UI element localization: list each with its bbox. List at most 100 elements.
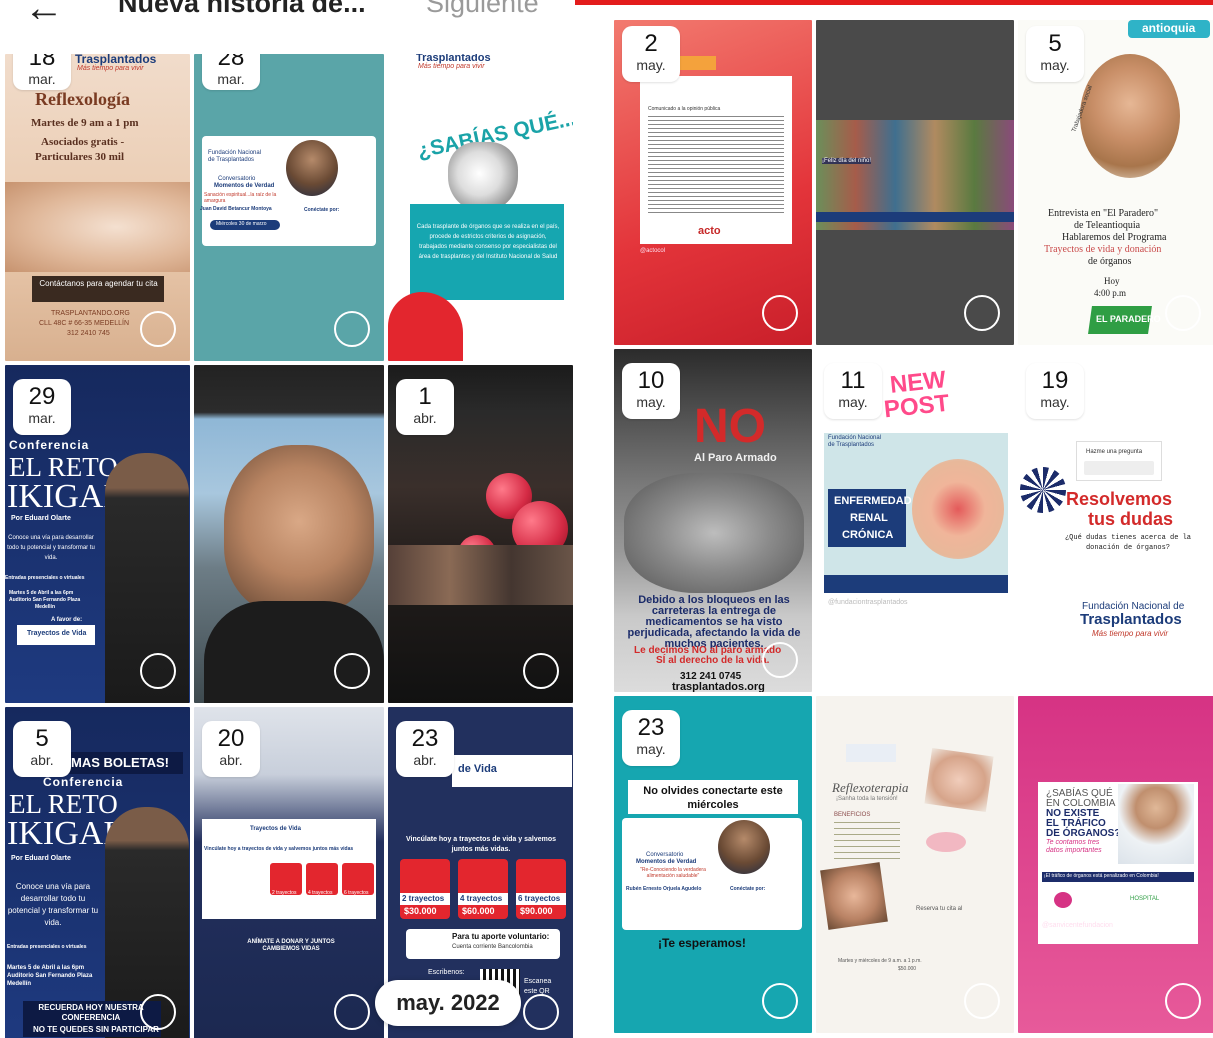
- story-text: ¡El tráfico de órganos está penalizado e…: [1044, 873, 1159, 879]
- top-app-bar: ← Nueva historia de... Siguiente: [0, 0, 575, 54]
- badge-month: may.: [636, 394, 666, 410]
- story-thumb[interactable]: MAS BOLETAS! Conferencia EL RETO IKIGAI …: [5, 707, 190, 1038]
- story-text: Martes y miércoles de 9 a.m. a 1 p.m.: [838, 958, 922, 964]
- story-thumb[interactable]: ¿SABÍAS QUÉ EN COLOMBIA NO EXISTE EL TRÁ…: [1018, 696, 1213, 1033]
- select-circle[interactable]: [762, 983, 798, 1019]
- story-text: 4 trayectos: [460, 894, 503, 903]
- story-text: Por Eduard Olarte: [11, 515, 71, 522]
- badge-day: 19: [1041, 367, 1069, 394]
- story-text: 312 2410 745: [67, 330, 110, 337]
- select-circle[interactable]: [140, 311, 176, 347]
- story-thumb[interactable]: Conferencia EL RETO IKIGAI Por Eduard Ol…: [5, 365, 190, 703]
- story-text: Reserva tu cita al: [916, 906, 963, 912]
- story-text: ¡Feliz día del niño!: [822, 158, 872, 164]
- doc-lines: [648, 116, 784, 216]
- hand-photo: [924, 747, 994, 813]
- story-text: Medellín: [35, 604, 56, 610]
- select-circle[interactable]: [1165, 295, 1201, 331]
- date-badge: 1 abr.: [396, 379, 454, 435]
- story-thumb[interactable]: Trasplantados Más tiempo para vivir ¿SAB…: [388, 54, 573, 361]
- select-circle[interactable]: [964, 642, 1000, 678]
- story-text: Conferencia: [43, 775, 124, 789]
- select-circle[interactable]: [334, 311, 370, 347]
- story-text: Más tiempo para vivir: [77, 65, 144, 72]
- story-text: 2 trayectos: [402, 894, 445, 903]
- story-thumb[interactable]: Fundación Nacional de Trasplantados Conv…: [194, 54, 384, 361]
- story-text: Para tu aporte voluntario:: [452, 932, 550, 941]
- story-text: de Teleantioquia: [1074, 220, 1141, 231]
- badge-day: 23: [411, 725, 439, 752]
- story-text: Momentos de Verdad: [214, 183, 275, 189]
- story-thumb[interactable]: No olvides conectarte este miércoles Con…: [614, 696, 812, 1033]
- select-circle[interactable]: [964, 295, 1000, 331]
- select-circle[interactable]: [964, 983, 1000, 1019]
- select-circle[interactable]: [762, 642, 798, 678]
- badge-day: 29: [28, 383, 56, 410]
- select-circle[interactable]: [523, 994, 559, 1030]
- story-grid-right: Comunicado a la opinión pública acto @ac…: [614, 20, 1213, 1033]
- story-text: RECUERDA HOY NUESTRA CONFERENCIA: [38, 1003, 144, 1022]
- story-text: Reflexoterapia: [832, 780, 909, 795]
- story-text: Martes 5 de Abril a las 6pm: [7, 965, 85, 971]
- story-text: Comunicado a la opinión pública: [648, 106, 721, 112]
- date-badge: 11 may.: [824, 363, 882, 419]
- flower-deco: [926, 832, 966, 852]
- story-text: Conéctate por:: [730, 886, 766, 892]
- next-button[interactable]: Siguiente: [426, 0, 539, 19]
- story-text: ANÍMATE A DONAR Y JUNTOS CAMBIEMOS VIDAS: [247, 939, 335, 952]
- select-circle[interactable]: [523, 311, 559, 347]
- story-text: CLL 48C # 66-35 MEDELLÍN: [39, 320, 130, 327]
- story-text: TRASPLANTANDO.ORG: [51, 310, 130, 317]
- story-text: ¿Qué dudas tienes acerca de la donación …: [1064, 534, 1192, 552]
- story-text: Trayectos de Vida: [250, 826, 301, 832]
- page-title: Nueva historia de...: [118, 0, 366, 18]
- story-thumb[interactable]: Hazme una pregunta Resolvemos tus dudas …: [1018, 349, 1213, 692]
- story-text: Conversatorio: [646, 852, 684, 858]
- date-badge: 18 mar.: [13, 54, 71, 90]
- story-thumb[interactable]: antioquia Trabajadora social Entrevista …: [1018, 20, 1213, 345]
- story-thumb[interactable]: NEW POST Fundación Nacional de Trasplant…: [816, 349, 1014, 692]
- story-text: Vincúlate hoy a trayectos de vida y salv…: [405, 836, 557, 853]
- story-thumb[interactable]: Trasplantados Más tiempo para vivir Refl…: [5, 54, 190, 361]
- select-circle[interactable]: [1165, 983, 1201, 1019]
- select-circle[interactable]: [140, 994, 176, 1030]
- story-text: Medellín: [7, 981, 32, 987]
- badge-day: 1: [418, 383, 432, 410]
- story-text: Resolvemos: [1066, 489, 1173, 509]
- story-text: $30.000: [404, 906, 437, 916]
- select-circle[interactable]: [334, 653, 370, 689]
- story-text: MAS BOLETAS!: [71, 755, 169, 770]
- story-thumb[interactable]: ¡Feliz día del niño!: [816, 20, 1014, 345]
- story-thumb[interactable]: NO Al Paro Armado Debido a los bloqueos …: [614, 349, 812, 692]
- story-text: Al Paro Armado: [694, 452, 777, 464]
- badge-month: mar.: [28, 71, 56, 87]
- fan-burst: [1020, 467, 1066, 513]
- orange-tag: [674, 56, 716, 70]
- story-text: Auditorio San Fernando Plaza: [7, 973, 93, 979]
- date-badge: 23 may.: [622, 710, 680, 766]
- select-circle[interactable]: [1165, 642, 1201, 678]
- story-thumb[interactable]: Reflexoterapia ¡Sanha toda la tensión! B…: [816, 696, 1014, 1033]
- badge-day: 11: [840, 367, 866, 394]
- month-indicator: may. 2022: [375, 980, 521, 1026]
- story-text: @sanvicentefundacion: [1042, 922, 1113, 929]
- date-badge: 28 mar.: [202, 54, 260, 90]
- crowd-lights: [388, 545, 573, 605]
- back-arrow-icon[interactable]: ←: [24, 0, 64, 31]
- story-text: $90.000: [520, 906, 553, 916]
- story-text: Hazme una pregunta: [1086, 449, 1143, 455]
- story-thumb[interactable]: Comunicado a la opinión pública acto @ac…: [614, 20, 812, 345]
- stories-panel-right: Comunicado a la opinión pública acto @ac…: [614, 0, 1213, 1038]
- story-thumb[interactable]: Trayectos de Vida Vincúlate hoy a trayec…: [194, 707, 384, 1038]
- date-badge: 10 may.: [622, 363, 680, 419]
- story-thumb[interactable]: [194, 365, 384, 703]
- select-circle[interactable]: [334, 994, 370, 1030]
- select-circle[interactable]: [140, 653, 176, 689]
- select-circle[interactable]: [523, 653, 559, 689]
- story-text: Más tiempo para vivir: [418, 63, 485, 70]
- story-thumb[interactable]: 1 abr.: [388, 365, 573, 703]
- story-text: Martes de 9 am a 1 pm: [31, 117, 139, 129]
- select-circle[interactable]: [762, 295, 798, 331]
- story-grid-left: Trasplantados Más tiempo para vivir Refl…: [5, 54, 573, 1038]
- story-text: Sanación espiritual...la raíz de la amar…: [204, 192, 277, 204]
